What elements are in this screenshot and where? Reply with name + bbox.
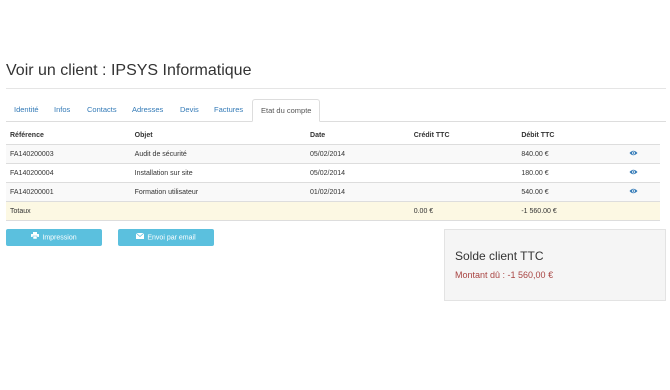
cell-reference: FA140200001 (6, 182, 131, 202)
tab-adresses[interactable]: Adresses (124, 99, 171, 120)
eye-icon[interactable] (629, 188, 638, 194)
cell-actions (625, 182, 660, 202)
envelope-icon (136, 229, 145, 246)
table-header-row: Référence Objet Date Crédit TTC Débit TT… (6, 126, 660, 145)
totals-debit: -1 560.00 € (517, 201, 625, 221)
tab-bar: Identité Infos Contacts Adresses Devis F… (6, 99, 666, 122)
cell-objet: Installation sur site (130, 163, 307, 183)
cell-objet: Audit de sécurité (130, 144, 307, 164)
cell-objet: Formation utilisateur (130, 182, 307, 202)
tab-factures[interactable]: Factures (206, 99, 251, 120)
cell-reference: FA140200003 (6, 144, 131, 164)
title-divider (6, 88, 666, 89)
print-button[interactable]: Impression (6, 229, 102, 246)
email-button[interactable]: Envoi par email (118, 229, 214, 246)
cell-credit (409, 163, 518, 183)
tab-identite[interactable]: Identité (6, 99, 47, 120)
tab-etat-du-compte[interactable]: Etat du compte (252, 99, 321, 122)
column-header-actions (625, 126, 660, 145)
tab-infos[interactable]: Infos (46, 99, 78, 120)
eye-icon[interactable] (629, 169, 638, 175)
totals-empty-cell (306, 201, 410, 221)
cell-actions (625, 163, 660, 183)
cell-credit (409, 144, 518, 164)
balance-panel: Solde client TTC Montant dû : -1 560,00 … (444, 229, 666, 301)
totals-row: Totaux 0.00 € -1 560.00 € (6, 201, 660, 221)
print-icon (31, 229, 40, 246)
cell-reference: FA140200004 (6, 163, 131, 183)
email-button-label: Envoi par email (147, 234, 196, 242)
totals-label: Totaux (6, 201, 131, 221)
print-button-label: Impression (42, 234, 77, 242)
tab-contacts[interactable]: Contacts (79, 99, 125, 120)
cell-date: 01/02/2014 (306, 182, 410, 202)
page-title: Voir un client : IPSYS Informatique (6, 62, 252, 79)
cell-credit (409, 182, 518, 202)
column-header-credit: Crédit TTC (409, 126, 518, 145)
account-table: Référence Objet Date Crédit TTC Débit TT… (6, 126, 660, 221)
table-row: FA140200003 Audit de sécurité 05/02/2014… (6, 144, 660, 164)
tab-devis[interactable]: Devis (172, 99, 207, 120)
cell-date: 05/02/2014 (306, 144, 410, 164)
cell-debit: 540.00 € (517, 182, 625, 202)
column-header-objet: Objet (130, 126, 307, 145)
totals-empty-cell (625, 201, 660, 221)
column-header-date: Date (306, 126, 410, 145)
eye-icon[interactable] (629, 150, 638, 156)
column-header-reference: Référence (6, 126, 131, 145)
totals-credit: 0.00 € (409, 201, 518, 221)
totals-empty-cell (130, 201, 307, 221)
cell-date: 05/02/2014 (306, 163, 410, 183)
amount-due: Montant dû : -1 560,00 € (455, 270, 554, 280)
cell-debit: 180.00 € (517, 163, 625, 183)
column-header-debit: Débit TTC (517, 126, 625, 145)
balance-title: Solde client TTC (455, 249, 544, 263)
cell-debit: 840.00 € (517, 144, 625, 164)
table-row: FA140200004 Installation sur site 05/02/… (6, 163, 660, 183)
table-row: FA140200001 Formation utilisateur 01/02/… (6, 182, 660, 202)
cell-actions (625, 144, 660, 164)
